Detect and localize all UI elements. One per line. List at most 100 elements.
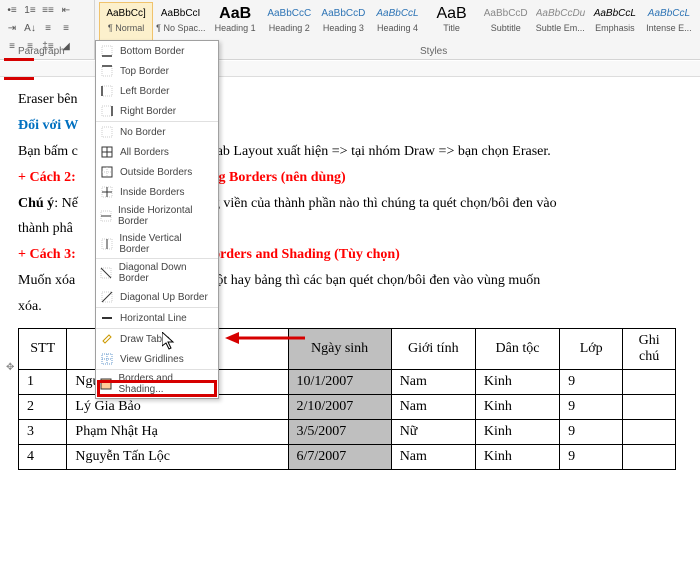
border-inside-h-icon: [100, 209, 112, 223]
dd-horizontal-line[interactable]: Horizontal Line: [96, 307, 218, 328]
style-subtleem[interactable]: AaBbCcDu Subtle Em...: [533, 2, 588, 57]
paragraph-label: Paragraph: [18, 46, 65, 57]
table-cell[interactable]: [623, 395, 676, 420]
table-cell[interactable]: 9: [560, 395, 623, 420]
table-cell[interactable]: Nam: [391, 445, 475, 470]
horizontal-line-icon: [100, 311, 114, 325]
borders-shading-icon: [100, 377, 113, 391]
dd-left-border[interactable]: Left Border: [96, 81, 218, 101]
table-cell[interactable]: [623, 420, 676, 445]
table-cell[interactable]: 9: [560, 445, 623, 470]
dd-diag-down[interactable]: Diagonal Down Border: [96, 258, 218, 287]
dd-outside-borders[interactable]: Outside Borders: [96, 162, 218, 182]
text: Đối với W: [18, 118, 78, 133]
draw-table-icon: [100, 332, 114, 346]
border-top-icon: [100, 64, 114, 78]
table-cell[interactable]: Kinh: [475, 445, 559, 470]
text: Chú ý: [18, 196, 54, 211]
text: : Nế: [54, 196, 78, 211]
numbering-icon[interactable]: 1≡: [22, 2, 38, 18]
border-right-icon: [100, 104, 114, 118]
table-cell[interactable]: Kinh: [475, 370, 559, 395]
text: + Cách 2:: [18, 170, 76, 185]
dd-no-border[interactable]: No Border: [96, 121, 218, 142]
table-cell[interactable]: Kinh: [475, 420, 559, 445]
table-cell[interactable]: 9: [560, 370, 623, 395]
decrease-indent-icon[interactable]: ⇤: [58, 2, 74, 18]
table-cell[interactable]: Nữ: [391, 420, 475, 445]
table-cell[interactable]: 1: [19, 370, 67, 395]
dd-draw-table[interactable]: Draw Table: [96, 328, 218, 349]
styles-label: Styles: [420, 46, 447, 57]
table-cell[interactable]: Nam: [391, 370, 475, 395]
table-cell[interactable]: 10/1/2007: [288, 370, 391, 395]
table-cell[interactable]: 9: [560, 420, 623, 445]
style-subtitle[interactable]: AaBbCcD Subtitle: [479, 2, 533, 57]
align-center-icon[interactable]: ≡: [58, 20, 74, 36]
style-heading3[interactable]: AaBbCcD Heading 3: [316, 2, 370, 57]
border-inside-icon: [100, 185, 114, 199]
th-note[interactable]: Ghi chú: [623, 329, 676, 370]
border-bottom-icon: [100, 44, 114, 58]
dd-inside-borders[interactable]: Inside Borders: [96, 182, 218, 202]
table-cell[interactable]: Phạm Nhật Hạ: [67, 420, 288, 445]
dd-inside-h-border[interactable]: Inside Horizontal Border: [96, 202, 218, 230]
table-cell[interactable]: 3/5/2007: [288, 420, 391, 445]
table-cell[interactable]: 3: [19, 420, 67, 445]
table-cell[interactable]: [623, 445, 676, 470]
th-eth[interactable]: Dân tộc: [475, 329, 559, 370]
text: ng viền của thành phần nào thì chúng ta …: [206, 196, 557, 211]
red-arrow: [225, 330, 305, 346]
dd-top-border[interactable]: Top Border: [96, 61, 218, 81]
text: + Cách 3:: [18, 247, 76, 262]
text: thành phâ: [18, 221, 73, 236]
text: Bạn bấm c: [18, 144, 78, 159]
table-cell[interactable]: [623, 370, 676, 395]
th-gender[interactable]: Giới tính: [391, 329, 475, 370]
table-cell[interactable]: Nguyễn Tấn Lộc: [67, 445, 288, 470]
table-cell[interactable]: Kinh: [475, 395, 559, 420]
th-stt[interactable]: STT: [19, 329, 67, 370]
text: Eraser bên: [18, 92, 77, 107]
dd-right-border[interactable]: Right Border: [96, 101, 218, 121]
table-cell[interactable]: Nam: [391, 395, 475, 420]
cursor-icon: [162, 332, 178, 352]
text: Borders and Shading (Tùy chọn): [204, 247, 400, 262]
th-class[interactable]: Lớp: [560, 329, 623, 370]
dd-view-gridlines[interactable]: View Gridlines: [96, 349, 218, 369]
border-inside-v-icon: [100, 237, 113, 251]
border-all-icon: [100, 145, 114, 159]
text: ảng Borders (nên dùng): [204, 170, 346, 185]
text: , cột hay bảng thì các bạn quét chọn/bôi…: [203, 273, 540, 288]
dd-inside-v-border[interactable]: Inside Vertical Border: [96, 230, 218, 258]
style-emphasis[interactable]: AaBbCcL Emphasis: [588, 2, 642, 57]
increase-indent-icon[interactable]: ⇥: [4, 20, 20, 36]
table-row[interactable]: 3Phạm Nhật Hạ3/5/2007NữKinh9: [19, 420, 676, 445]
style-heading4[interactable]: AaBbCcL Heading 4: [370, 2, 424, 57]
align-left-icon[interactable]: ≡: [40, 20, 56, 36]
borders-dropdown: Bottom Border Top Border Left Border Rig…: [95, 40, 219, 399]
table-cell[interactable]: 6/7/2007: [288, 445, 391, 470]
text: Tab Layout xuất hiện => tại nhóm Draw =>…: [206, 144, 551, 159]
border-diag-down-icon: [100, 266, 113, 280]
dd-diag-up[interactable]: Diagonal Up Border: [96, 287, 218, 307]
multilevel-icon[interactable]: ≡≡: [40, 2, 56, 18]
dd-borders-shading[interactable]: Borders and Shading...: [96, 369, 218, 398]
border-none-icon: [100, 125, 114, 139]
gridlines-icon: [100, 352, 114, 366]
text: Muốn xóa: [18, 273, 75, 288]
dd-all-borders[interactable]: All Borders: [96, 142, 218, 162]
table-row[interactable]: 4Nguyễn Tấn Lộc6/7/2007NamKinh9: [19, 445, 676, 470]
sort-icon[interactable]: A↓: [22, 20, 38, 36]
dd-bottom-border[interactable]: Bottom Border: [96, 41, 218, 61]
table-anchor-icon[interactable]: ✥: [6, 362, 14, 373]
border-diag-up-icon: [100, 290, 114, 304]
bullets-icon[interactable]: •≡: [4, 2, 20, 18]
text: xóa.: [18, 299, 42, 314]
style-heading2[interactable]: AaBbCcC Heading 2: [262, 2, 316, 57]
border-outside-icon: [100, 165, 114, 179]
table-cell[interactable]: 2: [19, 395, 67, 420]
style-intense[interactable]: AaBbCcL Intense E...: [642, 2, 696, 57]
table-cell[interactable]: 4: [19, 445, 67, 470]
table-cell[interactable]: 2/10/2007: [288, 395, 391, 420]
